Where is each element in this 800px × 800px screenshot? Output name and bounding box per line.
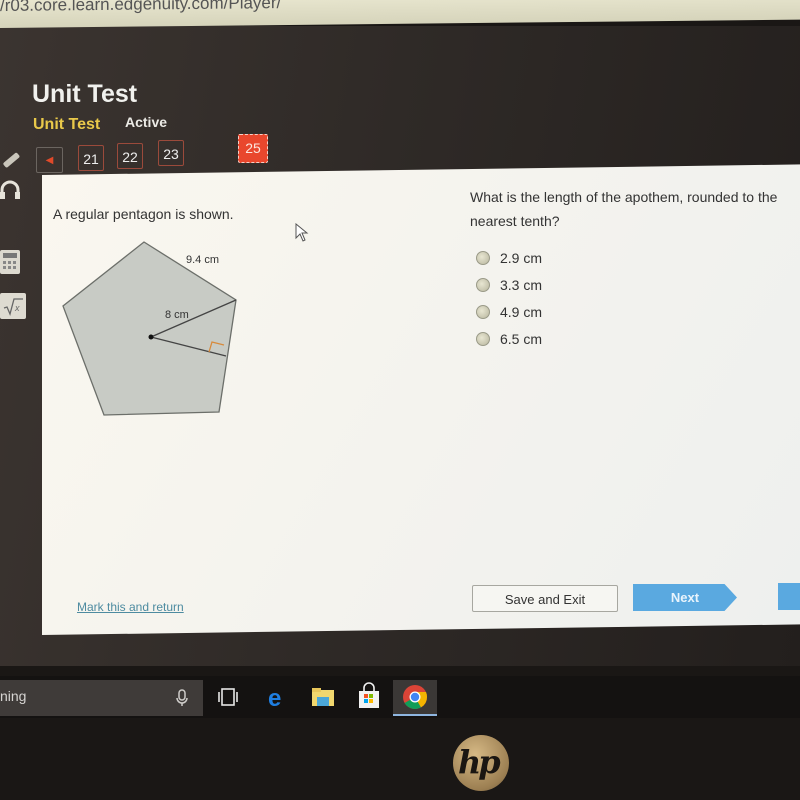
choice-label: 4.9 cm bbox=[500, 304, 543, 320]
address-bar[interactable]: /r03.core.learn.edgenuity.com/Player/ bbox=[0, 0, 800, 29]
edge-icon[interactable]: e bbox=[262, 682, 292, 712]
answer-choice[interactable]: 2.9 cm bbox=[476, 250, 542, 266]
chrome-icon bbox=[403, 685, 428, 710]
radius-length-label: 8 cm bbox=[165, 309, 189, 321]
choice-label: 3.3 cm bbox=[500, 277, 543, 293]
search-placeholder: ning bbox=[0, 688, 27, 704]
file-explorer-icon[interactable] bbox=[308, 682, 338, 712]
answer-choice[interactable]: 6.5 cm bbox=[476, 331, 542, 347]
pentagon-figure: 9.4 cm 8 cm bbox=[62, 241, 237, 416]
radio-button[interactable] bbox=[476, 251, 490, 265]
mouse-cursor-icon bbox=[295, 223, 309, 242]
pencil-tool[interactable] bbox=[0, 150, 32, 182]
headphones-tool[interactable] bbox=[0, 180, 32, 212]
status-label: Active bbox=[125, 114, 168, 130]
previous-question-button[interactable]: ◀ bbox=[36, 147, 63, 173]
radio-button[interactable] bbox=[476, 305, 490, 319]
calculator-icon bbox=[0, 250, 20, 274]
headphones-icon bbox=[0, 180, 20, 199]
question-22-button[interactable]: 22 bbox=[117, 143, 143, 169]
taskbar-search-box[interactable]: ning bbox=[0, 680, 203, 716]
chrome-taskbar-button[interactable] bbox=[393, 680, 437, 716]
hp-logo-text: hp bbox=[458, 743, 501, 781]
url-text: /r03.core.learn.edgenuity.com/Player/ bbox=[0, 0, 282, 16]
radio-button[interactable] bbox=[476, 332, 490, 346]
answer-choice[interactable]: 4.9 cm bbox=[476, 304, 542, 320]
radio-button[interactable] bbox=[476, 278, 490, 292]
save-and-exit-button[interactable]: Save and Exit bbox=[472, 585, 618, 612]
hp-logo: hp bbox=[453, 735, 509, 791]
question-21-button[interactable]: 21 bbox=[78, 145, 104, 171]
store-icon[interactable] bbox=[354, 682, 384, 712]
assignment-title: Unit Test bbox=[33, 116, 101, 133]
question-23-button[interactable]: 23 bbox=[158, 140, 184, 166]
question-25-current[interactable]: 25 bbox=[238, 134, 268, 163]
choice-label: 6.5 cm bbox=[500, 331, 543, 347]
microphone-icon[interactable] bbox=[176, 689, 188, 707]
formula-tool[interactable]: x bbox=[0, 293, 32, 325]
pencil-icon bbox=[3, 152, 20, 168]
next-button[interactable]: Next bbox=[633, 584, 737, 611]
svg-text:x: x bbox=[14, 303, 20, 313]
question-text: What is the length of the apothem, round… bbox=[470, 189, 778, 229]
choice-label: 2.9 cm bbox=[500, 250, 543, 266]
calculator-tool[interactable] bbox=[0, 250, 32, 282]
svg-text:e: e bbox=[268, 685, 281, 712]
square-root-icon: x bbox=[0, 293, 26, 319]
pentagon-shape bbox=[62, 241, 237, 416]
page-title: Unit Test bbox=[32, 80, 138, 108]
answer-choice[interactable]: 3.3 cm bbox=[476, 277, 542, 293]
problem-prompt: A regular pentagon is shown. bbox=[53, 206, 234, 222]
submit-button-partial[interactable] bbox=[778, 583, 800, 610]
task-view-icon[interactable] bbox=[213, 682, 243, 712]
center-point bbox=[148, 334, 154, 340]
mark-and-return-link[interactable]: Mark this and return bbox=[77, 600, 184, 614]
side-length-label: 9.4 cm bbox=[186, 254, 219, 266]
